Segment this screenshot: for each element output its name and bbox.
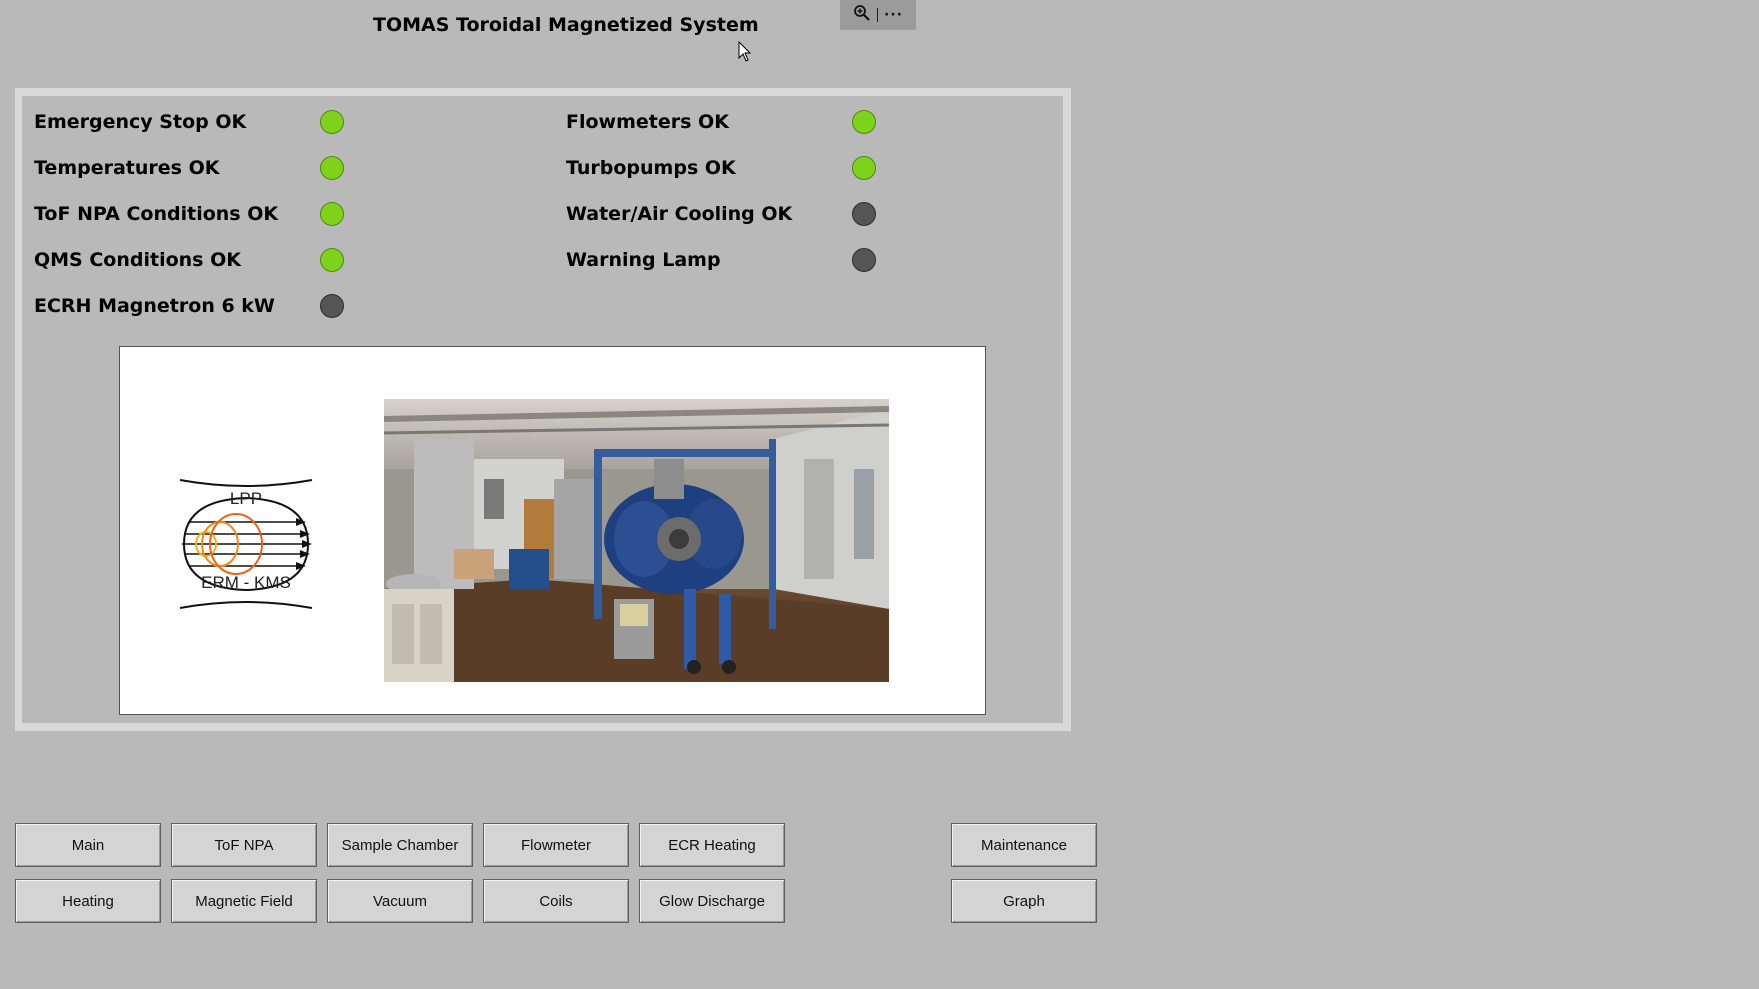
nav-magnetic-field-button[interactable]: Magnetic Field	[171, 879, 317, 923]
toolbar-divider	[877, 8, 879, 22]
status-warning-lamp: Warning Lamp	[566, 245, 876, 275]
status-label: ECRH Magnetron 6 kW	[34, 295, 275, 317]
status-flowmeters: Flowmeters OK	[566, 107, 876, 137]
page-title: TOMAS Toroidal Magnetized System	[373, 14, 759, 36]
nav-tof-npa-button[interactable]: ToF NPA	[171, 823, 317, 867]
status-label: Emergency Stop OK	[34, 111, 247, 133]
status-emergency-stop: Emergency Stop OK	[34, 107, 344, 137]
status-water-air-cooling: Water/Air Cooling OK	[566, 199, 876, 229]
status-tof-npa: ToF NPA Conditions OK	[34, 199, 344, 229]
lab-photo	[384, 399, 889, 682]
nav-graph-button[interactable]: Graph	[951, 879, 1097, 923]
status-label: Flowmeters OK	[566, 111, 729, 133]
zoom-in-icon[interactable]	[853, 4, 871, 26]
status-label: ToF NPA Conditions OK	[34, 203, 279, 225]
logo-bottom-text: ERM - KMS	[201, 573, 291, 592]
indicator-lamp-icon	[320, 156, 344, 180]
indicator-lamp-icon	[320, 248, 344, 272]
more-options-button[interactable]: ···	[884, 7, 903, 23]
nav-coils-button[interactable]: Coils	[483, 879, 629, 923]
nav-glow-discharge-button[interactable]: Glow Discharge	[639, 879, 785, 923]
logo-top-text: LPP	[230, 489, 262, 508]
indicator-lamp-icon	[320, 202, 344, 226]
status-label: QMS Conditions OK	[34, 249, 241, 271]
status-label: Temperatures OK	[34, 157, 220, 179]
mouse-cursor-icon	[738, 41, 752, 62]
status-label: Water/Air Cooling OK	[566, 203, 793, 225]
nav-main-button[interactable]: Main	[15, 823, 161, 867]
lpp-erm-kms-logo: LPP ERM - KMS	[179, 479, 313, 609]
nav-heating-button[interactable]: Heating	[15, 879, 161, 923]
indicator-lamp-icon	[320, 294, 344, 318]
indicator-lamp-icon	[852, 156, 876, 180]
status-ecrh-magnetron: ECRH Magnetron 6 kW	[34, 291, 344, 321]
indicator-lamp-icon	[320, 110, 344, 134]
indicator-lamp-icon	[852, 248, 876, 272]
status-qms: QMS Conditions OK	[34, 245, 344, 275]
status-temperatures: Temperatures OK	[34, 153, 344, 183]
nav-vacuum-button[interactable]: Vacuum	[327, 879, 473, 923]
nav-ecr-heating-button[interactable]: ECR Heating	[639, 823, 785, 867]
status-turbopumps: Turbopumps OK	[566, 153, 876, 183]
status-label: Turbopumps OK	[566, 157, 736, 179]
indicator-lamp-icon	[852, 202, 876, 226]
nav-sample-chamber-button[interactable]: Sample Chamber	[327, 823, 473, 867]
nav-flowmeter-button[interactable]: Flowmeter	[483, 823, 629, 867]
floating-toolbar: ···	[840, 0, 916, 30]
status-label: Warning Lamp	[566, 249, 721, 271]
nav-maintenance-button[interactable]: Maintenance	[951, 823, 1097, 867]
indicator-lamp-icon	[852, 110, 876, 134]
